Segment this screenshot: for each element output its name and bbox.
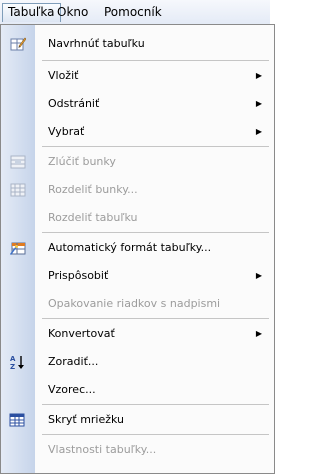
menu-pomocnik[interactable]: Pomocník: [99, 3, 167, 22]
menu-item-label: Vzorec...: [48, 383, 96, 396]
svg-text:A: A: [10, 355, 16, 363]
menu-separator: [42, 60, 269, 61]
submenu-arrow-icon: ▶: [255, 329, 262, 338]
menu-separator: [42, 404, 269, 405]
menu-separator: [42, 434, 269, 435]
menu-item-label: Vlastnosti tabuľky...: [48, 443, 157, 456]
menu-item-vlozit[interactable]: Vložiť ▶: [1, 64, 276, 88]
menu-item-zlucit-bunky[interactable]: Zlúčiť bunky: [1, 150, 276, 174]
menu-item-label: Zlúčiť bunky: [48, 155, 116, 168]
menu-separator: [42, 318, 269, 319]
menu-bar: Tabuľka Okno Pomocník: [0, 0, 270, 25]
menu-item-navrhnut-tabulku[interactable]: Navrhnúť tabuľku: [1, 32, 276, 56]
sort-az-icon: A Z: [10, 355, 24, 370]
menu-item-vzorec[interactable]: Vzorec...: [1, 378, 276, 402]
gridlines-icon: [9, 413, 25, 427]
menu-item-label: Rozdeliť tabuľku: [48, 211, 138, 224]
menu-item-label: Konvertovať: [48, 327, 115, 340]
menu-item-zoradit[interactable]: A Z Zoradiť...: [1, 350, 276, 374]
menu-item-vybrat[interactable]: Vybrať ▶: [1, 120, 276, 144]
split-cells-icon: [10, 183, 26, 197]
menu-item-label: Vybrať: [48, 125, 85, 138]
menu-item-automaticky-format[interactable]: Automatický formát tabuľky...: [1, 236, 276, 260]
menu-item-label: Automatický formát tabuľky...: [48, 241, 212, 254]
menu-item-label: Opakovanie riadkov s nadpismi: [48, 297, 221, 310]
menu-item-rozdelit-bunky[interactable]: Rozdeliť bunky...: [1, 178, 276, 202]
menu-separator: [42, 146, 269, 147]
submenu-arrow-icon: ▶: [255, 71, 262, 80]
table-dropdown-menu: Navrhnúť tabuľku Vložiť ▶ Odstrániť ▶ Vy…: [0, 24, 275, 474]
menu-item-label: Zoradiť...: [48, 355, 99, 368]
menu-item-label: Skryť mriežku: [48, 413, 125, 426]
menu-separator: [42, 232, 269, 233]
menu-item-label: Navrhnúť tabuľku: [48, 37, 145, 50]
menu-item-label: Odstrániť: [48, 97, 100, 110]
menu-item-rozdelit-tabulku[interactable]: Rozdeliť tabuľku: [1, 206, 276, 230]
submenu-arrow-icon: ▶: [255, 127, 262, 136]
pencil-table-icon: [10, 37, 26, 51]
submenu-arrow-icon: ▶: [255, 271, 262, 280]
submenu-arrow-icon: ▶: [255, 99, 262, 108]
menu-item-prisposobit[interactable]: Prispôsobiť ▶: [1, 264, 276, 288]
menu-item-odstranit[interactable]: Odstrániť ▶: [1, 92, 276, 116]
menu-item-label: Rozdeliť bunky...: [48, 183, 138, 196]
menu-item-label: Vložiť: [48, 69, 79, 82]
menu-item-skryt-mriezku[interactable]: Skryť mriežku: [1, 408, 276, 432]
menu-okno[interactable]: Okno: [52, 3, 93, 22]
menu-item-vlastnosti-tabulky[interactable]: Vlastnosti tabuľky...: [1, 438, 276, 462]
menu-item-konvertovat[interactable]: Konvertovať ▶: [1, 322, 276, 346]
autoformat-table-icon: [10, 242, 26, 255]
merge-cells-icon: [10, 155, 26, 169]
menu-item-label: Prispôsobiť: [48, 269, 109, 282]
svg-text:Z: Z: [10, 363, 15, 370]
menu-item-opakovanie-riadkov[interactable]: Opakovanie riadkov s nadpismi: [1, 292, 276, 316]
